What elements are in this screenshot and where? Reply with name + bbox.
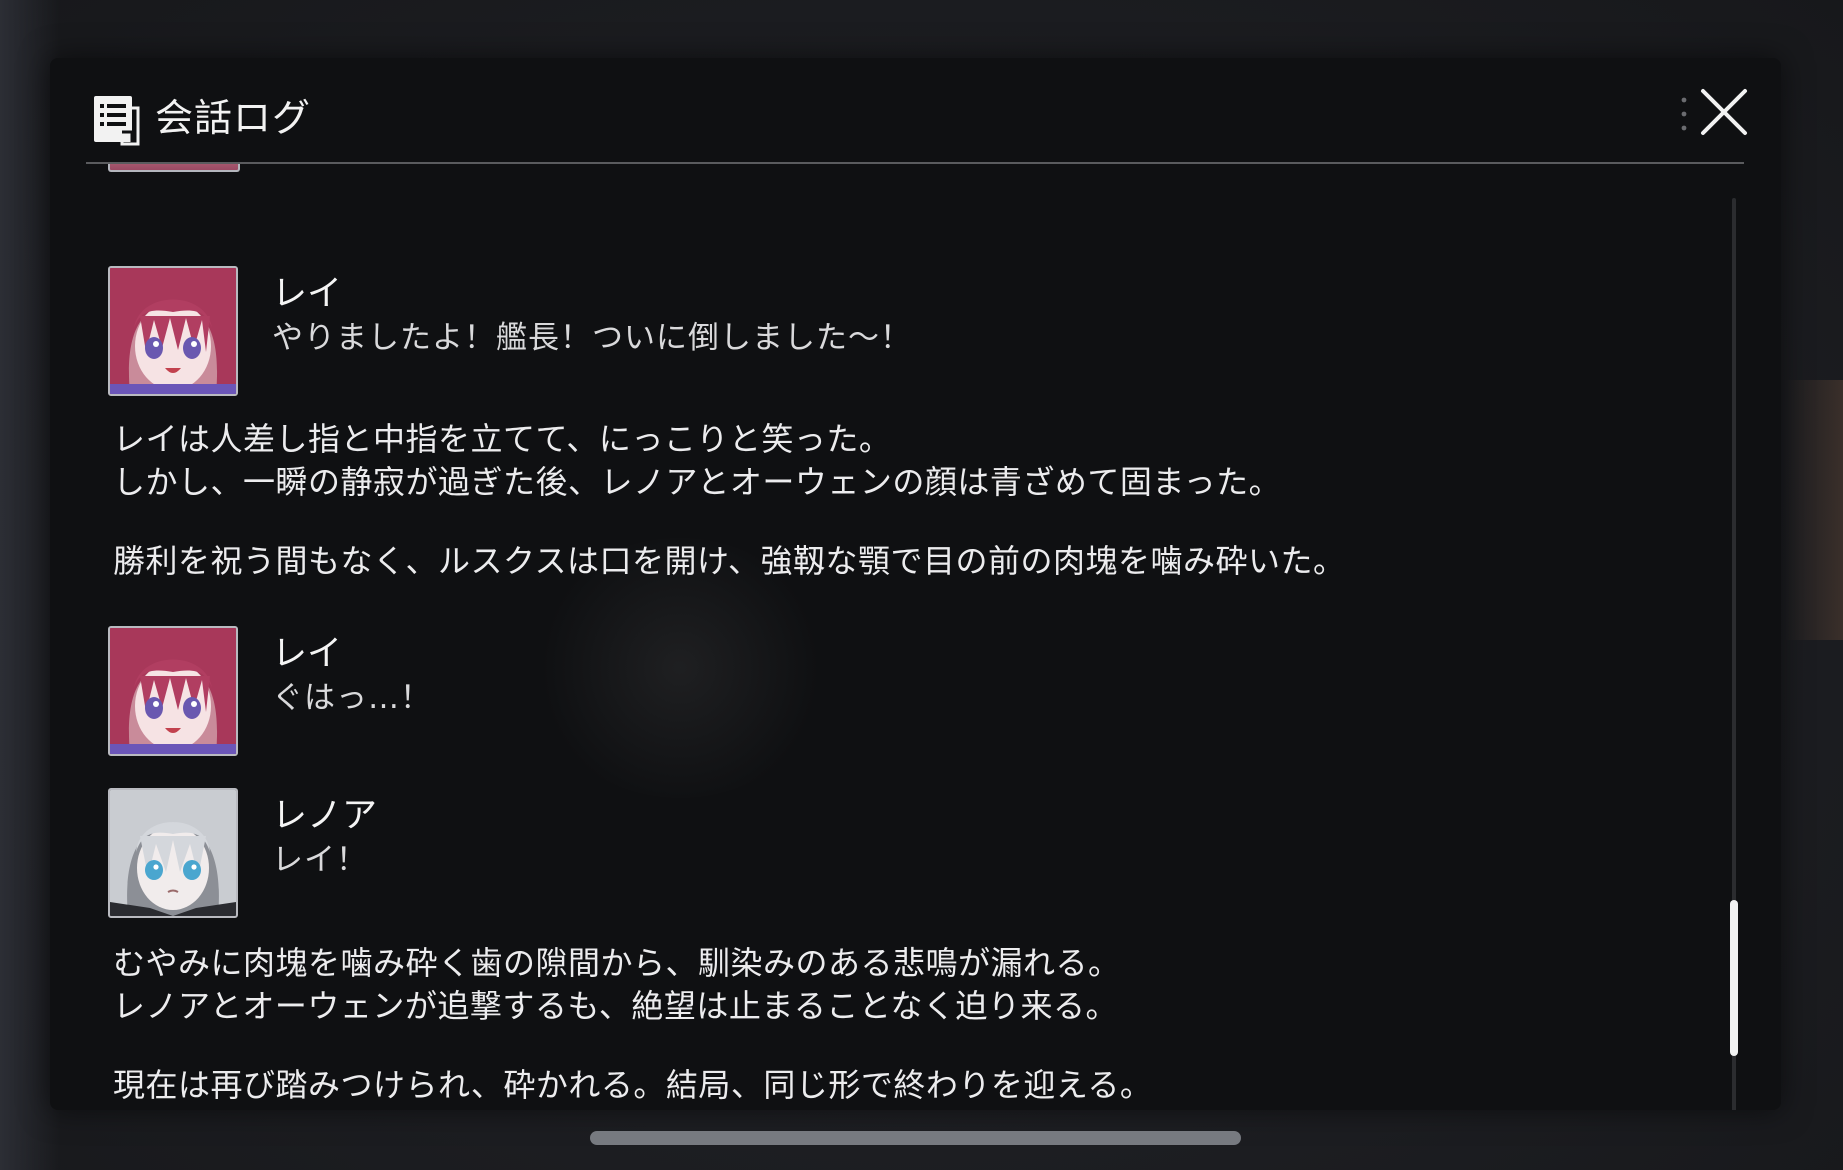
speaker-name: レノア xyxy=(272,796,378,836)
panel-header: 会話ログ xyxy=(50,58,1781,163)
home-indicator[interactable] xyxy=(590,1131,1241,1145)
narration-line: レイは人差し指と中指を立てて、にっこりと笑った。 xyxy=(113,420,892,458)
log-scroll-area[interactable]: レイ やりましたよ！艦長！ついに倒しました〜！ レイは人差し指と中指を立てて、に… xyxy=(50,164,1730,1110)
page-title: 会話ログ xyxy=(155,96,312,140)
narration-block: 勝利を祝う間もなく、ルスクスは口を開け、強靱な顎で目の前の肉塊を噛み砕いた。 xyxy=(113,540,1345,583)
dialogue-text: ぐはっ…！ xyxy=(272,680,432,716)
narration-block: 現在は再び踏みつけられ、砕かれる。結局、同じ形で終わりを迎える。 xyxy=(113,1064,1152,1107)
narration-line: むやみに肉塊を噛み砕く歯の隙間から、馴染みのある悲鳴が漏れる。 xyxy=(113,944,1121,982)
close-button[interactable] xyxy=(1698,86,1750,138)
avatar-lenoa xyxy=(108,788,238,918)
avatar-rei xyxy=(108,626,238,756)
speaker-name: レイ xyxy=(272,634,343,674)
backdrop-right xyxy=(1783,380,1843,640)
vertical-dots-icon xyxy=(1681,97,1687,131)
scrollbar-thumb[interactable] xyxy=(1730,900,1738,1056)
narration-line: レノアとオーウェンが追撃するも、絶望は止まることなく迫り来る。 xyxy=(113,987,1118,1025)
log-document-icon xyxy=(94,96,140,146)
avatar-rei xyxy=(108,266,238,396)
narration-line: 現在は再び踏みつけられ、砕かれる。結局、同じ形で終わりを迎える。 xyxy=(113,1066,1153,1104)
narration-line: 勝利を祝う間もなく、ルスクスは口を開け、強靱な顎で目の前の肉塊を噛み砕いた。 xyxy=(113,542,1346,580)
narration-block: むやみに肉塊を噛み砕く歯の隙間から、馴染みのある悲鳴が漏れる。 レノアとオーウェ… xyxy=(113,942,1121,1028)
dialogue-text: レイ！ xyxy=(272,842,368,878)
avatar-partial xyxy=(108,164,240,172)
narration-block: レイは人差し指と中指を立てて、にっこりと笑った。 しかし、一瞬の静寂が過ぎた後、… xyxy=(113,418,1281,504)
conversation-log-panel: 会話ログ レイ やりましたよ！艦長！ついに倒しました〜！ レイは人差し指と中指を… xyxy=(50,58,1781,1110)
speaker-name: レイ xyxy=(272,274,343,314)
narration-line: しかし、一瞬の静寂が過ぎた後、レノアとオーウェンの顔は青ざめて固まった。 xyxy=(113,463,1282,501)
close-icon xyxy=(1701,89,1747,135)
dialogue-text: やりましたよ！艦長！ついに倒しました〜！ xyxy=(272,320,912,356)
